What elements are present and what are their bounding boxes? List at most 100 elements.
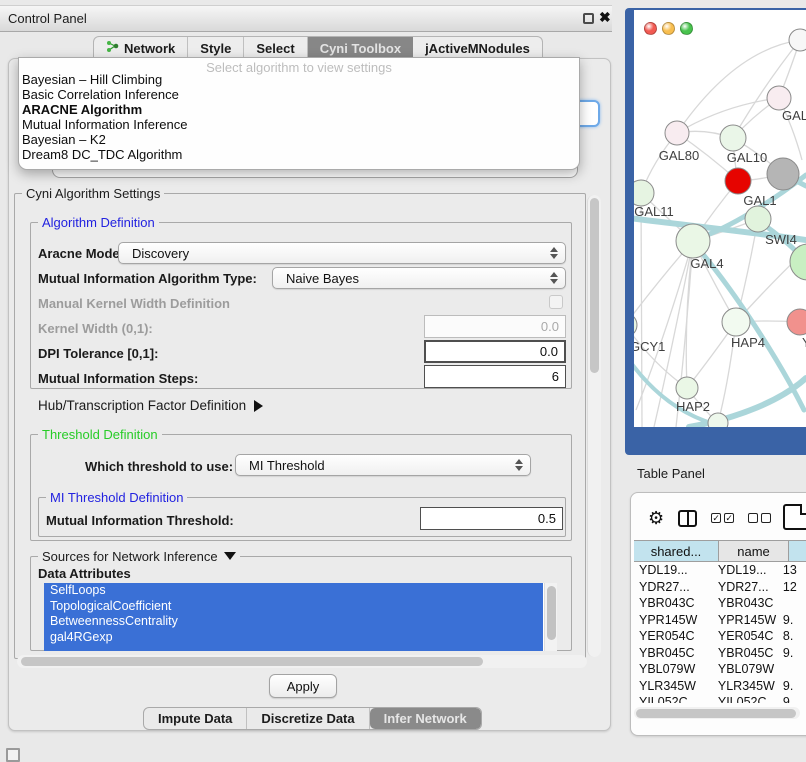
table-cell: YDL19... <box>634 563 713 577</box>
float-window-icon[interactable] <box>583 13 594 24</box>
table-row[interactable]: YIL052CYIL052C9 <box>634 694 806 703</box>
tab-cyni-toolbox[interactable]: Cyni Toolbox <box>308 37 413 59</box>
network-node-gal80[interactable] <box>665 121 689 145</box>
algorithm-dropdown-list: Select algorithm to view settings Bayesi… <box>18 57 580 170</box>
manual-kernel-width-checkbox[interactable] <box>549 295 563 309</box>
tab-select[interactable]: Select <box>244 37 307 59</box>
dropdown-item[interactable]: Basic Correlation Inference <box>19 87 579 102</box>
network-node-gal4[interactable] <box>676 224 710 258</box>
mi-threshold-definition-title: MI Threshold Definition <box>46 490 187 505</box>
dropdown-item[interactable]: ARACNE Algorithm <box>19 102 579 117</box>
tab-discretize-data[interactable]: Discretize Data <box>247 708 369 729</box>
column-header-name[interactable]: name <box>719 541 789 561</box>
mi-algorithm-type-value: Naive Bayes <box>286 271 359 286</box>
network-icon <box>106 40 119 56</box>
network-node[interactable] <box>767 158 799 190</box>
network-node-gal1[interactable] <box>725 168 751 194</box>
select-all-icon[interactable]: ✓✓ <box>711 513 734 523</box>
hub-definition-label: Hub/Transcription Factor Definition <box>38 398 246 413</box>
dropdown-item[interactable]: Dream8 DC_TDC Algorithm <box>19 147 579 162</box>
table-body[interactable]: YDL19...YDL19...13YDR27...YDR27...12YBR0… <box>634 562 806 703</box>
network-node-hap4[interactable] <box>722 308 750 336</box>
tab-infer-network[interactable]: Infer Network <box>370 708 481 729</box>
table-cell: YIL052C <box>713 695 778 703</box>
table-cell: YDL19... <box>713 563 778 577</box>
settings-hscrollbar-thumb[interactable] <box>21 657 483 666</box>
table-cell: 9 <box>778 695 806 703</box>
tab-network[interactable]: Network <box>94 37 188 59</box>
table-cell: YBR045C <box>634 646 713 660</box>
network-canvas[interactable]: GALGAL80GAL10GAL1GAL11SWI4GAL4GCY1HAP4YH… <box>634 10 806 427</box>
attribute-item[interactable]: BetweennessCentrality <box>44 614 543 630</box>
deselect-all-icon[interactable] <box>748 513 771 523</box>
table-row[interactable]: YPR145WYPR145W9. <box>634 612 806 629</box>
hub-definition-toggle[interactable]: Hub/Transcription Factor Definition <box>38 398 263 413</box>
tab-impute-data[interactable]: Impute Data <box>144 708 247 729</box>
table-panel-title: Table Panel <box>637 466 705 481</box>
table-row[interactable]: YBR043CYBR043C <box>634 595 806 612</box>
network-node-gal10[interactable] <box>720 125 746 151</box>
list-scrollbar-thumb[interactable] <box>547 586 556 640</box>
network-node[interactable] <box>708 413 728 427</box>
node-label: HAP2 <box>676 399 710 414</box>
table-row[interactable]: YBL079WYBL079W <box>634 661 806 678</box>
export-table-icon[interactable] <box>783 504 806 530</box>
table-row[interactable]: YLR345WYLR345W9. <box>634 678 806 695</box>
table-cell: 13 <box>778 563 806 577</box>
table-row[interactable]: YDR27...YDR27...12 <box>634 579 806 596</box>
network-node-y[interactable] <box>787 309 806 335</box>
settings-scrollbar-thumb[interactable] <box>590 198 599 373</box>
attribute-item[interactable]: gal4RGexp <box>44 630 543 646</box>
attribute-item[interactable]: SelfLoops <box>44 583 543 599</box>
table-cell: YPR145W <box>634 613 713 627</box>
tab-jactivemnodules[interactable]: jActiveMNodules <box>413 37 542 59</box>
network-graph[interactable]: GALGAL80GAL10GAL1GAL11SWI4GAL4GCY1HAP4YH… <box>634 10 806 427</box>
table-hscrollbar-thumb[interactable] <box>636 709 796 718</box>
mi-threshold-input[interactable]: 0.5 <box>420 507 563 530</box>
network-edge-highlighted[interactable] <box>634 360 714 424</box>
spinner-arrows-icon <box>550 272 558 284</box>
table-row[interactable]: YDL19...YDL19...13 <box>634 562 806 579</box>
dropdown-item[interactable]: Mutual Information Inference <box>19 117 579 132</box>
mi-steps-input[interactable]: 6 <box>424 365 566 388</box>
column-header-shared[interactable]: shared... <box>634 541 719 561</box>
list-scrollbar-track[interactable] <box>544 583 557 651</box>
network-node[interactable] <box>789 29 806 51</box>
gear-icon[interactable]: ⚙ <box>648 509 664 527</box>
network-node-hap2[interactable] <box>676 377 698 399</box>
node-label: Y <box>802 335 806 350</box>
dropdown-item[interactable]: Bayesian – K2 <box>19 132 579 147</box>
table-row[interactable]: YBR045CYBR045C9. <box>634 645 806 662</box>
dpi-tolerance-label: DPI Tolerance [0,1]: <box>38 346 158 361</box>
aracne-mode-combobox[interactable]: Discovery <box>118 242 566 264</box>
collapsed-arrow-icon <box>254 400 263 412</box>
apply-button[interactable]: Apply <box>269 674 337 698</box>
node-label: GAL <box>782 108 806 123</box>
which-threshold-combobox[interactable]: MI Threshold <box>235 454 531 476</box>
table-cell: YLR345W <box>634 679 713 693</box>
close-icon[interactable]: ✖ <box>599 9 611 26</box>
tab-style[interactable]: Style <box>188 37 244 59</box>
aracne-mode-label: Aracne Mode: <box>38 246 124 261</box>
mi-algorithm-type-combobox[interactable]: Naive Bayes <box>272 267 566 289</box>
network-node-gcy1[interactable] <box>634 313 637 337</box>
dpi-tolerance-input[interactable]: 0.0 <box>424 340 566 363</box>
attribute-item[interactable]: TopologicalCoefficient <box>44 599 543 615</box>
network-edge[interactable] <box>641 193 642 427</box>
panel-corner-icon[interactable] <box>6 748 20 762</box>
columns-icon[interactable] <box>678 510 697 527</box>
data-attributes-list[interactable]: SelfLoopsTopologicalCoefficientBetweenne… <box>44 583 557 651</box>
network-node-swi4[interactable] <box>745 206 771 232</box>
expanded-arrow-icon[interactable] <box>224 552 236 560</box>
tab-label: Network <box>124 41 175 56</box>
network-node-gal[interactable] <box>767 86 791 110</box>
table-cell: YLR345W <box>713 679 778 693</box>
column-header-extra[interactable] <box>789 541 806 561</box>
data-attributes-label: Data Attributes <box>38 566 131 581</box>
node-label: GAL10 <box>727 150 767 165</box>
kernel-width-input[interactable]: 0.0 <box>424 315 566 338</box>
attribute-item-partial[interactable] <box>44 645 543 651</box>
table-cell: YDR27... <box>634 580 713 594</box>
table-row[interactable]: YER054CYER054C8. <box>634 628 806 645</box>
mi-threshold-label: Mutual Information Threshold: <box>46 513 234 528</box>
